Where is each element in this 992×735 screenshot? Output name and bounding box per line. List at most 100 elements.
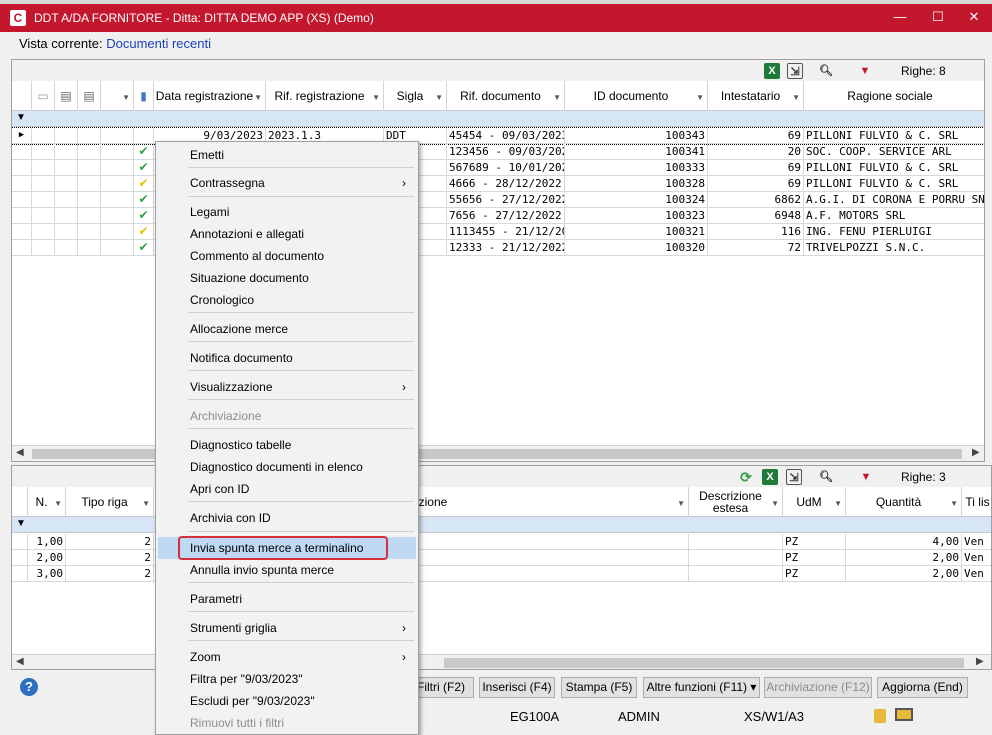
help-icon[interactable]: ? [20, 678, 38, 696]
menu-item[interactable]: Filtra per "9/03/2023" [158, 668, 416, 690]
cell-empty [12, 566, 28, 582]
menu-separator [188, 370, 414, 371]
cell-intest: 6862 [708, 192, 804, 208]
col-header-tipo-riga[interactable]: Tipo riga ▼ [66, 487, 154, 517]
col-header-n[interactable]: N. ▼ [28, 487, 66, 517]
stampa-button[interactable]: Stampa (F5) [561, 677, 637, 698]
col-header-udm[interactable]: UdM ▼ [783, 487, 846, 517]
cell-n: 1,00 [28, 534, 66, 550]
cell-empty [689, 566, 783, 582]
menu-item-label: Zoom [190, 650, 221, 664]
cell-empty [101, 208, 134, 224]
menu-item[interactable]: Strumenti griglia › [158, 617, 416, 639]
maximize-button[interactable]: ☐ [920, 4, 956, 32]
col-header-descrizione-estesa[interactable]: Descrizione estesa ▼ [689, 487, 783, 517]
menu-item[interactable]: Apri con ID [158, 478, 416, 500]
menu-item[interactable]: Contrassegna › [158, 172, 416, 194]
menu-item[interactable]: Escludi per "9/03/2023" [158, 690, 416, 712]
menu-item[interactable]: Commento al documento [158, 245, 416, 267]
menu-separator [188, 531, 414, 532]
scroll-left-icon[interactable]: ◀ [16, 447, 24, 458]
cell-empty [32, 224, 55, 240]
menu-item[interactable]: Annotazioni e allegati [158, 223, 416, 245]
current-view-link[interactable]: Documenti recenti [106, 36, 211, 51]
col-header-ragione-sociale[interactable]: Ragione sociale [804, 81, 984, 111]
menu-item[interactable]: Legami [158, 201, 416, 223]
cell-qta: 2,00 [846, 550, 962, 566]
status-user: ADMIN [618, 709, 660, 724]
refresh-icon[interactable]: ⟳ [738, 469, 754, 485]
cell-empty [78, 208, 101, 224]
col-label: ID documento [593, 89, 669, 103]
comment-col-icon: ▤ [78, 81, 101, 111]
col-header-id-documento[interactable]: ID documento ▼ [565, 81, 708, 111]
close-button[interactable]: ✕ [956, 4, 992, 32]
altre-funzioni-button[interactable]: Altre funzioni (F11) ▾ [643, 677, 760, 698]
cell-empty [101, 224, 134, 240]
menu-item-label: Notifica documento [190, 351, 293, 365]
inserisci-button[interactable]: Inserisci (F4) [479, 677, 555, 698]
col-dropdown[interactable]: ▼ [101, 81, 134, 111]
cell-empty [55, 208, 78, 224]
col-header-intestatario[interactable]: Intestatario ▼ [708, 81, 804, 111]
export-icon[interactable]: ⇲ [786, 469, 802, 485]
menu-item[interactable]: Notifica documento [158, 347, 416, 369]
cell-intest: 69 [708, 160, 804, 176]
row-indicator [12, 208, 32, 224]
minimize-button[interactable]: — [882, 4, 918, 32]
monitor-icon[interactable] [895, 708, 913, 721]
menu-item-label: Strumenti griglia [190, 621, 277, 635]
aggiorna-button[interactable]: Aggiorna (End) [877, 677, 968, 698]
menu-item[interactable]: Archiviazione [158, 405, 416, 427]
cell-id: 100328 [565, 176, 708, 192]
excel-export-icon[interactable]: X [764, 63, 780, 79]
menu-item-label: Situazione documento [190, 271, 309, 285]
col-header-sigla[interactable]: Sigla ▼ [384, 81, 447, 111]
archiviazione-button[interactable]: Archiviazione (F12) [764, 677, 872, 698]
col-header-data-registrazione[interactable]: Data registrazione ▼ [154, 81, 266, 111]
col-header-rif-documento[interactable]: Rif. documento ▼ [447, 81, 565, 111]
scroll-right-icon[interactable]: ▶ [976, 656, 984, 667]
menu-item[interactable]: Archivia con ID [158, 507, 416, 529]
documents-grid-header: ▭ ▤ ▤ ▼ ▮ Data registrazione ▼ Rif. regis… [12, 81, 984, 111]
cell-empty [55, 160, 78, 176]
menu-item[interactable]: Cronologico [158, 289, 416, 311]
col-header-rif-registrazione[interactable]: Rif. registrazione ▼ [266, 81, 384, 111]
status-col-icon: ▮ [134, 81, 154, 111]
menu-item[interactable]: Visualizzazione › [158, 376, 416, 398]
row-indicator [12, 192, 32, 208]
row-indicator: ▶ [12, 128, 32, 144]
search-icon[interactable]: 🔍︎ [818, 63, 834, 79]
menu-item[interactable]: Diagnostico documenti in elenco [158, 456, 416, 478]
col-header-ti[interactable]: Ti lis [962, 487, 991, 517]
cell-rif_doc: 123456 - 09/03/2023 [449, 144, 565, 160]
menu-item[interactable]: Diagnostico tabelle [158, 434, 416, 456]
menu-item[interactable]: Parametri [158, 588, 416, 610]
menu-item-label: Emetti [190, 148, 225, 162]
menu-item[interactable]: Situazione documento [158, 267, 416, 289]
excel-export-icon[interactable]: X [762, 469, 778, 485]
cell-empty [32, 160, 55, 176]
filter-icon[interactable]: ▼ [857, 63, 873, 79]
menu-item[interactable]: Emetti [158, 144, 416, 166]
filter-icon[interactable]: ▼ [858, 469, 874, 485]
menu-item[interactable]: Zoom › [158, 646, 416, 668]
scroll-left-icon[interactable]: ◀ [16, 656, 24, 667]
status-check-icon: ✔ [134, 224, 154, 240]
menu-item-label: Escludi per "9/03/2023" [190, 694, 315, 708]
export-icon[interactable]: ⇲ [787, 63, 803, 79]
cell-id: 100341 [565, 144, 708, 160]
scroll-right-icon[interactable]: ▶ [972, 447, 980, 458]
search-icon[interactable]: 🔍︎ [818, 469, 834, 485]
title-bar[interactable]: C DDT A/DA FORNITORE - Ditta: DITTA DEMO… [0, 4, 992, 32]
context-menu: Emetti Contrassegna › Legami Annotazioni e a… [155, 141, 419, 735]
col-header-quantita[interactable]: Quantità ▼ [846, 487, 962, 517]
cell-id: 100333 [565, 160, 708, 176]
scroll-thumb[interactable] [444, 658, 964, 668]
menu-item[interactable]: Allocazione merce [158, 318, 416, 340]
user-status-icon[interactable] [874, 709, 886, 723]
menu-item[interactable]: Rimuovi tutti i filtri [158, 712, 416, 734]
cell-intest: 116 [708, 224, 804, 240]
filter-row[interactable]: ▼ [12, 111, 984, 127]
menu-item[interactable]: Annulla invio spunta merce [158, 559, 416, 581]
